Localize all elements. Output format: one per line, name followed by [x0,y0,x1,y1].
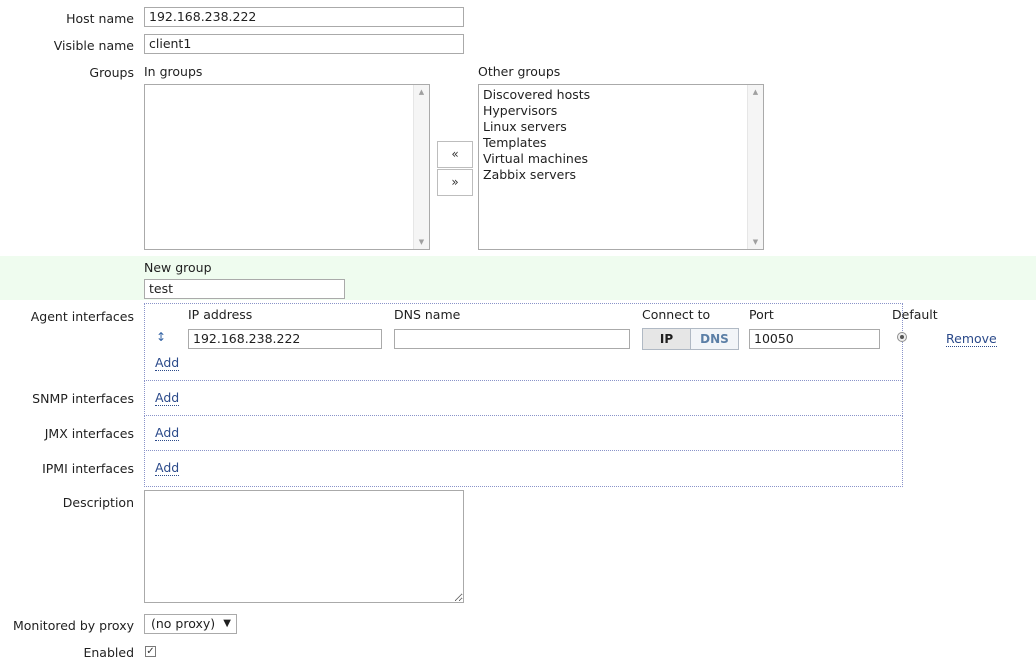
jmx-interfaces-box [144,415,903,451]
remove-interface-link[interactable]: Remove [946,331,997,347]
agent-port-input[interactable]: 10050 [749,329,880,349]
connect-ip-button[interactable]: IP [643,329,691,349]
in-groups-label: In groups [144,64,203,79]
snmp-interfaces-label: SNMP interfaces [32,391,134,406]
group-list-item[interactable]: Virtual machines [483,151,745,167]
proxy-label: Monitored by proxy [12,618,134,633]
description-textarea[interactable] [144,490,464,603]
group-list-item[interactable]: Linux servers [483,119,745,135]
scroll-up-icon[interactable]: ▲ [414,85,429,99]
move-to-in-groups-button[interactable]: « [437,141,473,168]
host-name-label: Host name [66,11,134,26]
groups-label: Groups [89,65,134,80]
proxy-select[interactable]: (no proxy) ▼ [144,614,237,634]
visible-name-label: Visible name [53,38,134,53]
in-groups-list[interactable]: ▲ ▼ [144,84,430,250]
in-groups-scrollbar[interactable]: ▲ ▼ [413,85,429,249]
check-icon: ✓ [146,646,155,657]
enabled-label: Enabled [83,645,134,660]
scroll-down-icon[interactable]: ▼ [414,235,429,249]
dns-name-column: DNS name [394,307,461,322]
connect-to-column: Connect to [642,307,711,322]
enabled-checkbox[interactable]: ✓ [145,646,156,657]
ip-address-column: IP address [188,307,253,322]
ipmi-interfaces-label: IPMI interfaces [42,461,134,476]
agent-ip-input[interactable]: 192.168.238.222 [188,329,382,349]
add-jmx-interface-link[interactable]: Add [155,425,180,441]
other-groups-label: Other groups [478,64,561,79]
other-groups-list[interactable]: Discovered hosts Hypervisors Linux servers… [478,84,764,250]
scroll-up-icon[interactable]: ▲ [748,85,763,99]
description-label: Description [62,495,134,510]
group-list-item[interactable]: Zabbix servers [483,167,745,183]
dropdown-arrow-icon: ▼ [223,618,231,629]
add-ipmi-interface-link[interactable]: Add [155,460,180,476]
move-to-other-groups-button[interactable]: » [437,169,473,196]
group-list-item[interactable]: Hypervisors [483,103,745,119]
other-groups-scrollbar[interactable]: ▲ ▼ [747,85,763,249]
jmx-interfaces-label: JMX interfaces [44,426,134,441]
connect-to-toggle: IP DNS [642,328,739,350]
agent-dns-input[interactable] [394,329,630,349]
new-group-label: New group [144,260,212,275]
group-list-item[interactable]: Templates [483,135,745,151]
ipmi-interfaces-box [144,450,903,487]
add-snmp-interface-link[interactable]: Add [155,390,180,406]
default-column: Default [892,307,938,322]
drag-handle-icon[interactable]: ↕ [156,330,166,344]
visible-name-input[interactable]: client1 [144,34,464,54]
connect-dns-button[interactable]: DNS [691,329,738,349]
proxy-select-value: (no proxy) [151,616,216,631]
host-name-input[interactable]: 192.168.238.222 [144,7,464,27]
add-agent-interface-link[interactable]: Add [155,355,180,371]
snmp-interfaces-box [144,380,903,416]
group-list-item[interactable]: Discovered hosts [483,87,745,103]
new-group-input[interactable]: test [144,279,345,299]
agent-interfaces-label: Agent interfaces [30,309,134,324]
default-interface-radio[interactable] [897,332,907,342]
scroll-down-icon[interactable]: ▼ [748,235,763,249]
port-column: Port [749,307,774,322]
